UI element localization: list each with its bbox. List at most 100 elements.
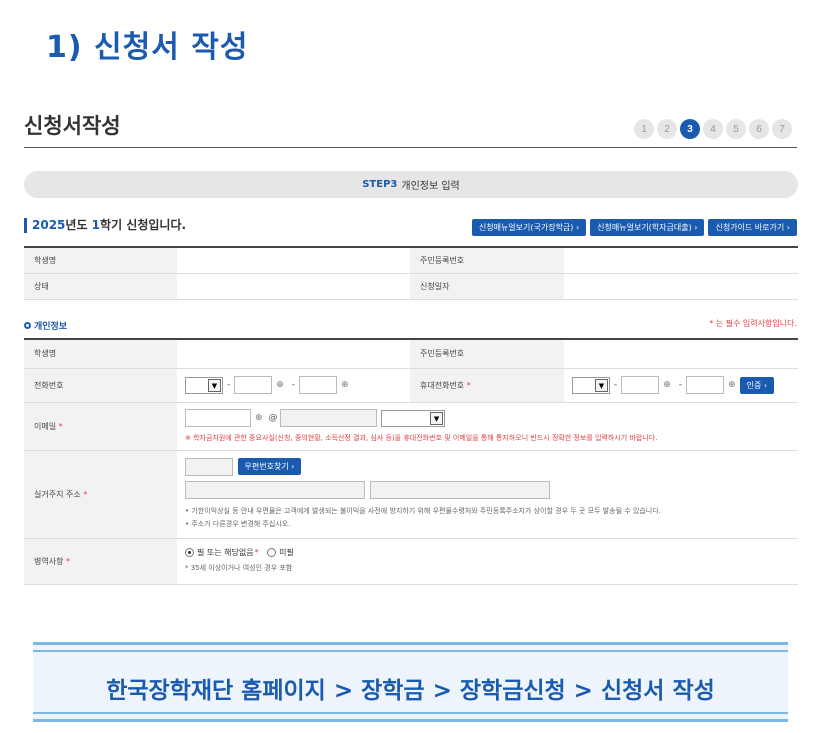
dash: -	[678, 380, 683, 390]
step-7: 7	[772, 119, 792, 139]
summary-apply-date-value	[564, 273, 798, 300]
email-label-text: 이메일	[34, 421, 57, 431]
address-detail-input[interactable]	[369, 480, 550, 499]
step-bar-text: 개인정보 입력	[401, 181, 460, 192]
summary-apply-date-label: 신청일자	[410, 273, 564, 300]
main-heading: 1) 신청서 작성	[46, 30, 249, 65]
military-label-text: 병역사항	[34, 556, 64, 566]
guide-buttons: 신청매뉴얼보기(국가장학금) › 신청매뉴얼보기(학자금대출) › 신청가이드 …	[471, 219, 797, 236]
phone-field: ▼ - ⊕ - ⊕	[177, 368, 410, 403]
student-name-label: 학생명	[24, 339, 177, 369]
semester-title: 2025년도 1학기 신청입니다.	[24, 218, 186, 233]
summary-rrn-value	[564, 247, 798, 274]
address-note-1: • 기한이익상실 등 안내 우편물은 고객에게 발생되는 불이익을 사전에 방지…	[185, 506, 661, 515]
step-2: 2	[657, 119, 677, 139]
email-notice: ※ 학자금지원에 관한 중요사실(신청, 중의현황, 소득산정 결과, 심사 등…	[185, 434, 658, 442]
email-domain-select[interactable]: ▼	[381, 409, 446, 427]
mobile-label-text: 휴대전화번호	[420, 380, 465, 390]
manual-scholarship-button[interactable]: 신청매뉴얼보기(국가장학금) ›	[471, 219, 587, 236]
military-label: 병역사항 *	[24, 538, 177, 585]
personal-info-table: 학생명 주민등록번호 전화번호 ▼ - ⊕ - ⊕ 휴대전화번호 * ▼ - ⊕ - ⊕ 인증 ›…	[24, 338, 798, 585]
keypad-icon[interactable]: ⊕	[255, 413, 263, 423]
rrn-label: 주민등록번호	[410, 339, 564, 369]
breadcrumb: 한국장학재단 홈페이지 > 장학금 > 장학금신청 > 신청서 작성	[106, 678, 715, 704]
summary-table: 학생명 주민등록번호 상태 신청일자	[24, 246, 798, 300]
email-label: 이메일 *	[24, 402, 177, 451]
semester-year-suffix: 년도	[65, 218, 92, 232]
military-note: * 35세 이상이거나 여성인 경우 포함	[185, 564, 293, 572]
chevron-down-icon: ▼	[208, 378, 221, 392]
phone-middle-input[interactable]	[234, 376, 273, 394]
section-bullet-icon	[24, 322, 31, 329]
summary-rrn-label: 주민등록번호	[410, 247, 564, 274]
personal-info-title-text: 개인정보	[34, 322, 68, 332]
address-field: 우편번호찾기 › • 기한이익상실 등 안내 우편물은 고객에게 발생되는 불이…	[177, 450, 798, 539]
email-field: ⊕ @ ▼ ※ 학자금지원에 관한 중요사실(신청, 중의현황, 소득산정 결과,…	[177, 402, 798, 451]
keypad-icon[interactable]: ⊕	[663, 380, 671, 390]
auth-button[interactable]: 인증 ›	[739, 376, 775, 394]
zipcode-search-button[interactable]: 우편번호찾기 ›	[237, 458, 302, 475]
required-star: *	[83, 489, 88, 499]
required-note-text: * 는 필수 입력사항입니다.	[709, 319, 797, 328]
dash: -	[227, 380, 231, 390]
military-done-radio[interactable]	[185, 548, 194, 557]
chevron-down-icon: ▼	[595, 378, 608, 392]
military-not-done-label: 미필	[279, 548, 294, 557]
dash: -	[614, 380, 618, 390]
mobile-field: ▼ - ⊕ - ⊕ 인증 ›	[564, 368, 798, 403]
breadcrumb-banner: 한국장학재단 홈페이지 > 장학금 > 장학금신청 > 신청서 작성	[33, 642, 788, 722]
banner-top-rule	[33, 642, 788, 652]
summary-status-value	[177, 273, 410, 300]
mobile-prefix-select[interactable]: ▼	[572, 376, 610, 394]
military-not-done-radio[interactable]	[267, 548, 277, 557]
personal-info-title: 개인정보	[24, 319, 67, 332]
phone-label: 전화번호	[24, 368, 177, 403]
student-name-value	[177, 339, 410, 369]
dash: -	[291, 380, 296, 390]
title-divider	[24, 147, 797, 148]
required-note: * 는 필수 입력사항입니다.	[709, 318, 797, 329]
step-bar-step: STEP3	[362, 179, 398, 190]
summary-status-label: 상태	[24, 273, 177, 300]
step-4: 4	[703, 119, 723, 139]
required-star: *	[58, 421, 63, 431]
phone-area-select[interactable]: ▼	[185, 376, 223, 394]
keypad-icon[interactable]: ⊕	[276, 380, 284, 390]
manual-loan-button[interactable]: 신청매뉴얼보기(학자금대출) ›	[590, 219, 705, 236]
zipcode-input[interactable]	[185, 457, 233, 476]
step-1: 1	[634, 119, 654, 139]
address-label: 실거주지 주소 *	[24, 450, 177, 539]
email-at: @	[268, 413, 278, 423]
chevron-down-icon: ▼	[430, 411, 444, 425]
page-title: 신청서작성	[24, 114, 121, 138]
step-5: 5	[726, 119, 746, 139]
mobile-last-input[interactable]	[686, 376, 725, 394]
summary-student-name-value	[177, 247, 410, 274]
required-star: *	[254, 548, 259, 557]
email-id-input[interactable]	[185, 409, 251, 427]
mobile-middle-input[interactable]	[621, 376, 660, 394]
rrn-value	[564, 339, 798, 369]
keypad-icon[interactable]: ⊕	[341, 380, 349, 390]
guide-shortcut-button[interactable]: 신청가이드 바로가기 ›	[708, 219, 797, 236]
step-3: 3	[680, 119, 700, 139]
keypad-icon[interactable]: ⊕	[728, 380, 736, 390]
military-field: 필 또는 해당없음* 미필 * 35세 이상이거나 여성인 경우 포함	[177, 538, 798, 585]
banner-bottom-rule	[33, 712, 788, 722]
military-done-label: 필 또는 해당없음	[197, 548, 254, 557]
required-star: *	[466, 380, 471, 390]
step-bar: STEP3 개인정보 입력	[24, 171, 798, 198]
step-indicator: 1 2 3 4 5 6 7	[634, 119, 792, 139]
email-domain-input[interactable]	[279, 409, 377, 427]
mobile-label: 휴대전화번호 *	[410, 368, 564, 403]
required-star: *	[66, 556, 70, 566]
summary-student-name-label: 학생명	[24, 247, 177, 274]
address-label-text: 실거주지 주소	[34, 489, 81, 499]
address-main-input[interactable]	[185, 480, 365, 499]
semester-term-suffix: 학기 신청입니다.	[100, 218, 187, 232]
phone-last-input[interactable]	[299, 376, 338, 394]
semester-year: 2025	[32, 218, 66, 232]
address-note-2: • 주소가 다른경우 변경해 주십시오.	[185, 519, 291, 528]
step-6: 6	[749, 119, 769, 139]
semester-term: 1	[91, 218, 101, 232]
